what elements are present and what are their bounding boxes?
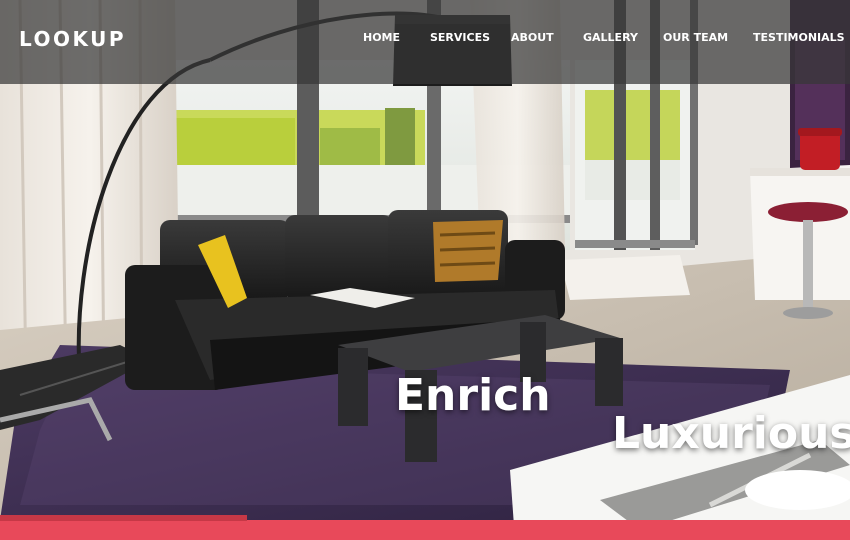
nav-link-home[interactable]: HOME [363,31,400,44]
nav-link-gallery[interactable]: GALLERY [583,31,638,44]
bottom-accent-strip [0,520,850,540]
hero-headline-primary: Enrich [395,370,551,421]
nav-link-our-team[interactable]: OUR TEAM [663,31,728,44]
hero-headline-secondary: Luxurious [612,408,850,459]
nav-link-about[interactable]: ABOUT [511,31,554,44]
nav-link-services[interactable]: SERVICES [430,31,490,44]
nav-link-testimonials[interactable]: TESTIMONIALS [753,31,845,44]
slider-progress-bar [0,515,247,521]
top-navbar: LOOKUP HOME SERVICES ABOUT GALLERY OUR T… [0,0,850,84]
brand-logo[interactable]: LOOKUP [19,27,126,51]
